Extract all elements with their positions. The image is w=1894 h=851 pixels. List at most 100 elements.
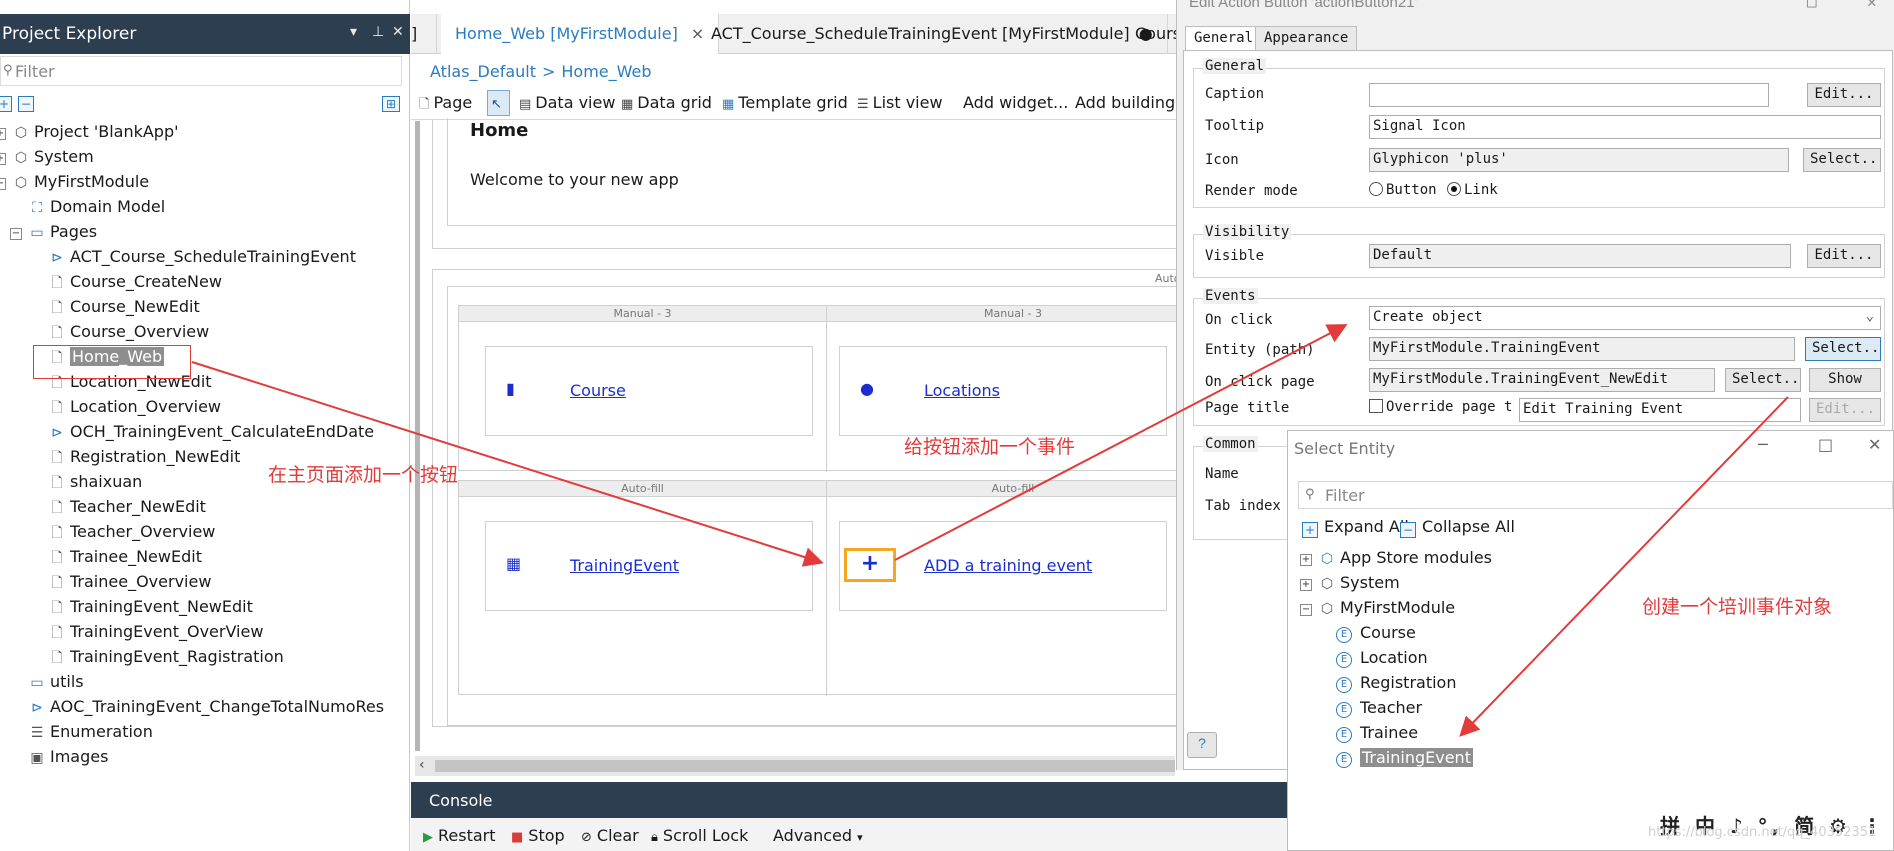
explorer-filter-input[interactable]: ⚲ Filter xyxy=(0,56,402,86)
entity-item-trainee[interactable]: E Trainee xyxy=(1336,723,1418,747)
collapse-toggle-icon[interactable]: − xyxy=(0,178,6,190)
tab-general[interactable]: General xyxy=(1185,26,1263,50)
locations-link[interactable]: Locations xyxy=(924,381,1000,400)
tree-item-page[interactable]: 🗋 Registration_NewEdit xyxy=(48,447,240,471)
on-click-page-select-button[interactable]: Select.. xyxy=(1725,368,1801,392)
collapse-toggle-icon[interactable]: + xyxy=(0,128,6,140)
tree-item-pages[interactable]: − ▭ Pages xyxy=(10,222,97,246)
add-training-event-link[interactable]: ADD a training event xyxy=(924,556,1092,575)
entity-tree-myfirstmodule[interactable]: − ⬡ MyFirstModule xyxy=(1300,598,1455,622)
entity-select-button[interactable]: Select.. xyxy=(1805,337,1881,361)
pin-icon[interactable]: ⊥ xyxy=(372,24,384,40)
maximize-icon[interactable]: □ xyxy=(1818,435,1833,454)
tree-item-page[interactable]: 🗋 Course_Overview xyxy=(48,322,209,346)
tree-item-page[interactable]: 🗋 Course_CreateNew xyxy=(48,272,222,296)
welcome-text[interactable]: Welcome to your new app xyxy=(470,170,679,189)
clear-button[interactable]: ⊘ Clear xyxy=(581,826,639,845)
maximize-icon[interactable]: □ xyxy=(1807,0,1817,11)
tree-item-system[interactable]: + ⬡ System xyxy=(0,147,94,171)
stop-button[interactable]: ■ Stop xyxy=(511,826,565,845)
entity-tree-app-store[interactable]: + ⬡ App Store modules xyxy=(1300,548,1492,572)
entity-item-registration[interactable]: E Registration xyxy=(1336,673,1456,697)
entity-item-teacher[interactable]: E Teacher xyxy=(1336,698,1422,722)
help-icon[interactable]: ? xyxy=(1187,732,1217,758)
entity-tree-system[interactable]: + ⬡ System xyxy=(1300,573,1400,597)
render-mode-link-radio[interactable]: Link xyxy=(1447,182,1498,198)
locations-card[interactable]: ● Locations xyxy=(839,346,1167,436)
expand-all-button[interactable]: + Expand All xyxy=(1302,517,1409,538)
close-icon[interactable]: ✕ xyxy=(1868,435,1881,454)
tree-item-page[interactable]: 🗋 TrainingEvent_OverView xyxy=(48,622,263,646)
tab-appearance[interactable]: Appearance xyxy=(1255,26,1358,50)
tree-item-page[interactable]: 🗋 Location_Overview xyxy=(48,397,221,421)
show-page-button[interactable]: Show xyxy=(1809,368,1881,392)
data-view-button[interactable]: ▤ Data view xyxy=(519,93,615,112)
tree-item-images[interactable]: ▣ Images xyxy=(28,747,108,771)
plus-action-button[interactable]: + xyxy=(844,548,896,582)
scrollbar-thumb[interactable] xyxy=(435,760,1175,772)
entity-item-training-event[interactable]: E TrainingEvent xyxy=(1336,748,1473,772)
minimize-icon[interactable]: ─ xyxy=(1758,435,1768,454)
on-click-select[interactable]: Create object ⌄ xyxy=(1369,306,1881,330)
scroll-lock-button[interactable]: 🔒︎ Scroll Lock xyxy=(651,826,748,845)
chevron-down-icon[interactable]: ▾ xyxy=(350,24,357,40)
tab-previous[interactable]: ] xyxy=(411,14,437,54)
page-title-edit-button[interactable]: Edit... xyxy=(1809,398,1881,422)
tree-item-page[interactable]: 🗋 Teacher_NewEdit xyxy=(48,497,206,521)
tree-item-domain-model[interactable]: ⛶ Domain Model xyxy=(28,197,165,221)
override-page-title-checkbox[interactable]: Override page t xyxy=(1369,399,1512,415)
tree-item-myfirstmodule[interactable]: −⬡ MyFirstModule xyxy=(0,172,149,196)
training-event-card[interactable]: ▦ TrainingEvent xyxy=(485,521,813,611)
tree-item-utils[interactable]: ▭ utils xyxy=(28,672,83,696)
list-view-button[interactable]: ☰ List view xyxy=(857,93,943,112)
icon-select-button[interactable]: Select.. xyxy=(1803,148,1881,172)
entity-item-location[interactable]: E Location xyxy=(1336,648,1428,672)
tree-item-page[interactable]: 🗋 Course_NewEdit xyxy=(48,297,199,321)
tab-home-web[interactable]: Home_Web [MyFirstModule] × xyxy=(441,14,720,54)
data-grid-button[interactable]: ▦ Data grid xyxy=(621,93,712,112)
caption-field[interactable] xyxy=(1369,83,1769,107)
visible-edit-button[interactable]: Edit... xyxy=(1807,244,1881,268)
tree-item-page[interactable]: 🗋 Teacher_Overview xyxy=(48,522,215,546)
page-button[interactable]: 🗋 Page xyxy=(419,93,472,117)
collapse-toggle-icon[interactable]: − xyxy=(10,228,22,240)
render-mode-button-radio[interactable]: Button xyxy=(1369,182,1437,198)
tree-item-page[interactable]: 🗋 TrainingEvent_Ragistration xyxy=(48,647,283,671)
template-grid-button[interactable]: ▦ Template grid xyxy=(722,93,848,112)
tree-item-project[interactable]: + ⬡ Project 'BlankApp' xyxy=(0,122,179,146)
horizontal-scrollbar[interactable]: ‹ xyxy=(415,756,1175,776)
close-icon[interactable]: ✕ xyxy=(392,24,404,40)
page-title-field[interactable]: Edit Training Event xyxy=(1519,398,1801,422)
add-training-event-card[interactable]: + ADD a training event xyxy=(839,521,1167,611)
tree-item-page[interactable]: 🗋 Trainee_Overview xyxy=(48,572,211,596)
tree-item-page[interactable]: 🗋 TrainingEvent_NewEdit xyxy=(48,597,253,621)
tree-item-page[interactable]: ⊳ ACT_Course_ScheduleTrainingEvent xyxy=(48,247,356,271)
tab-act-course[interactable]: ACT_Course_ScheduleTrainingEvent [MyFirs… xyxy=(697,14,1168,54)
add-widget-button[interactable]: Add widget... xyxy=(963,93,1068,112)
scroll-left-icon[interactable]: ‹ xyxy=(419,757,425,773)
tree-item-page[interactable]: 🗋 Trainee_NewEdit xyxy=(48,547,202,571)
course-card[interactable]: ▮ Course xyxy=(485,346,813,436)
tree-item-page[interactable]: ⊳ OCH_TrainingEvent_CalculateEndDate xyxy=(48,422,374,446)
select-tool-button[interactable]: ↖ xyxy=(487,90,510,116)
restart-button[interactable]: ▶ Restart xyxy=(423,826,496,845)
advanced-button[interactable]: Advanced ▾ xyxy=(773,826,863,845)
expand-toggle-icon[interactable]: + xyxy=(1300,579,1312,591)
add-building-block-button[interactable]: Add building b xyxy=(1075,93,1190,112)
caption-edit-button[interactable]: Edit... xyxy=(1807,83,1881,107)
entity-item-course[interactable]: E Course xyxy=(1336,623,1416,647)
collapse-all-icon[interactable]: − xyxy=(18,96,34,112)
training-event-link[interactable]: TrainingEvent xyxy=(570,556,679,575)
collapse-toggle-icon[interactable]: + xyxy=(0,153,6,165)
tree-item-aoc[interactable]: ⊳ AOC_TrainingEvent_ChangeTotalNumoRes xyxy=(28,697,384,721)
page-heading[interactable]: Home xyxy=(470,120,528,141)
expand-all-icon[interactable]: + xyxy=(0,96,12,112)
collapse-all-button[interactable]: − Collapse All xyxy=(1400,517,1515,538)
tree-item-page[interactable]: 🗋 shaixuan xyxy=(48,472,142,496)
tooltip-field[interactable]: Signal Icon xyxy=(1369,115,1881,139)
collapse-toggle-icon[interactable]: − xyxy=(1300,604,1312,616)
breadcrumb-layout[interactable]: Atlas_Default xyxy=(430,62,536,81)
entity-filter-input[interactable]: ⚲ Filter xyxy=(1298,481,1893,509)
expand-toggle-icon[interactable]: + xyxy=(1300,554,1312,566)
breadcrumb-page[interactable]: Home_Web xyxy=(561,62,651,81)
